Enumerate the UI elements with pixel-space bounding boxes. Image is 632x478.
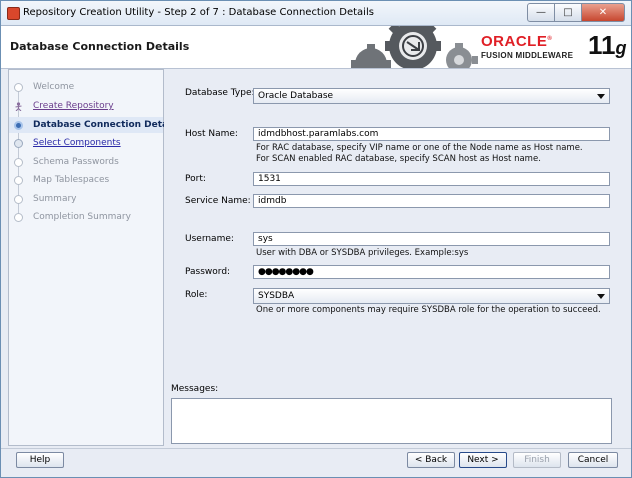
database-type-value: Oracle Database: [258, 91, 334, 101]
current-step-icon: [14, 120, 23, 130]
port-label: Port:: [185, 174, 206, 184]
database-type-label: Database Type:: [185, 88, 255, 98]
nav-step-label: Schema Passwords: [33, 157, 119, 167]
maximize-button[interactable]: □: [554, 3, 582, 22]
host-name-label: Host Name:: [185, 129, 238, 139]
back-button[interactable]: < Back: [407, 452, 455, 468]
role-value: SYSDBA: [258, 291, 295, 301]
nav-step-label[interactable]: Select Components: [33, 138, 121, 148]
host-name-hint-rac: For RAC database, specify VIP name or on…: [256, 143, 583, 153]
step-icon: [14, 212, 23, 222]
rcu-window: Repository Creation Utility - Step 2 of …: [0, 0, 632, 478]
role-label: Role:: [185, 290, 208, 300]
service-name-label: Service Name:: [185, 196, 251, 206]
next-button[interactable]: Next >: [459, 452, 507, 468]
nav-step-completion-summary: Completion Summary: [9, 209, 163, 225]
database-type-select[interactable]: Oracle Database: [253, 88, 610, 104]
version-badge: 11g: [588, 30, 627, 60]
step-icon: [14, 138, 23, 148]
nav-step-summary: Summary: [9, 191, 163, 207]
host-name-input[interactable]: idmdbhost.paramlabs.com: [253, 127, 610, 141]
nav-step-database-connection-details[interactable]: Database Connection Details: [9, 117, 180, 133]
service-name-input[interactable]: idmdb: [253, 194, 610, 208]
title-bar: Repository Creation Utility - Step 2 of …: [1, 1, 631, 26]
nav-step-map-tablespaces: Map Tablespaces: [9, 172, 163, 188]
window-title: Repository Creation Utility - Step 2 of …: [23, 7, 374, 18]
app-icon: [7, 7, 20, 20]
nav-step-create-repository[interactable]: Create Repository: [9, 98, 163, 114]
window-controls: — □ ✕: [527, 3, 625, 22]
close-button[interactable]: ✕: [581, 3, 625, 22]
nav-step-label: Database Connection Details: [33, 120, 180, 130]
role-hint: One or more components may require SYSDB…: [256, 305, 601, 315]
header-banner: Database Connection Details ORACLE® FUSI: [1, 26, 631, 69]
page-title: Database Connection Details: [10, 40, 190, 53]
person-step-icon: [15, 101, 22, 111]
nav-step-label: Summary: [33, 194, 77, 204]
chevron-down-icon: [597, 94, 605, 99]
port-input[interactable]: 1531: [253, 172, 610, 186]
username-input[interactable]: sys: [253, 232, 610, 246]
nav-step-label[interactable]: Create Repository: [33, 101, 114, 111]
gear-graphic: [351, 26, 478, 68]
step-icon: [14, 194, 23, 204]
host-name-hint-scan: For SCAN enabled RAC database, specify S…: [256, 154, 541, 164]
messages-label: Messages:: [171, 384, 219, 394]
username-label: Username:: [185, 234, 234, 244]
step-navigation: Welcome Create Repository Database Conne…: [8, 69, 180, 446]
connection-form: Database Type: Oracle Database Host Name…: [164, 69, 623, 444]
nav-step-welcome: Welcome: [9, 79, 163, 95]
username-hint: User with DBA or SYSDBA privileges. Exam…: [256, 248, 469, 258]
oracle-fusion-logo: ORACLE® FUSION MIDDLEWARE 11g: [481, 30, 627, 64]
password-label: Password:: [185, 267, 231, 277]
help-button[interactable]: Help: [16, 452, 64, 468]
nav-step-label: Completion Summary: [33, 212, 131, 222]
password-input[interactable]: ●●●●●●●●: [253, 265, 610, 279]
nav-step-label: Welcome: [33, 82, 75, 92]
nav-step-schema-passwords: Schema Passwords: [9, 154, 163, 170]
step-icon: [14, 157, 23, 167]
nav-step-label: Map Tablespaces: [33, 175, 110, 185]
chevron-down-icon: [597, 294, 605, 299]
oracle-wordmark: ORACLE®: [481, 33, 553, 50]
step-done-icon: [14, 82, 23, 92]
role-select[interactable]: SYSDBA: [253, 288, 610, 304]
cancel-button[interactable]: Cancel: [568, 452, 618, 468]
fusion-middleware-text: FUSION MIDDLEWARE: [481, 51, 574, 60]
step-icon: [14, 175, 23, 185]
minimize-button[interactable]: —: [527, 3, 555, 22]
footer-divider: [1, 448, 631, 449]
finish-button: Finish: [513, 452, 561, 468]
messages-area[interactable]: [171, 398, 612, 444]
nav-step-select-components[interactable]: Select Components: [9, 135, 163, 151]
